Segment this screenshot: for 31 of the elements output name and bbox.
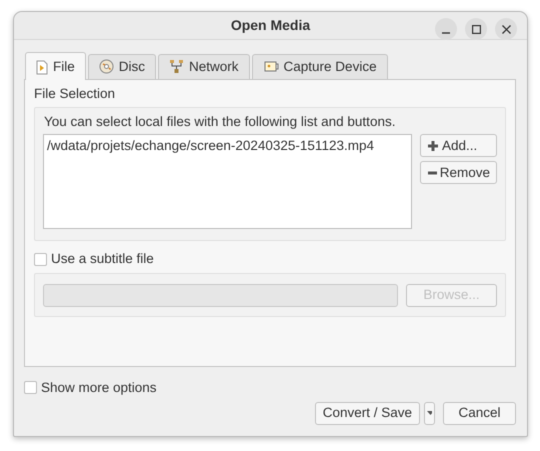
- maximize-icon: [472, 24, 480, 34]
- minimize-icon: [442, 32, 450, 34]
- remove-button[interactable]: Remove: [420, 161, 497, 184]
- minimize-button[interactable]: [435, 18, 457, 40]
- file-icon: [36, 60, 48, 75]
- maximize-button[interactable]: [465, 18, 487, 40]
- tab[interactable]: Network: [158, 54, 250, 79]
- file-list[interactable]: /wdata/projets/echange/screen-20240325-151123.mp4: [43, 134, 412, 230]
- disc-icon: [98, 59, 114, 74]
- tab[interactable]: File: [25, 52, 86, 80]
- convert-save-button[interactable]: Convert / Save: [314, 402, 420, 425]
- hint-text: You can select local files with the following list and buttons.: [43, 113, 396, 131]
- close-button[interactable]: [495, 18, 517, 40]
- dropdown-button[interactable]: [424, 402, 435, 425]
- caret-icon: [427, 411, 432, 416]
- show-more-checkbox[interactable]: [24, 381, 37, 394]
- subtitle-label: Use a subtitle file: [51, 250, 154, 268]
- add-button[interactable]: Add...: [420, 134, 497, 158]
- file-path[interactable]: /wdata/projets/echange/screen-20240325-151123.mp4: [47, 136, 374, 156]
- close-icon: [502, 24, 510, 34]
- subtitle-path-field[interactable]: [43, 284, 398, 307]
- plus-icon: [427, 140, 439, 152]
- cancel-button[interactable]: Cancel: [443, 402, 516, 425]
- tab[interactable]: Capture Device: [252, 54, 388, 79]
- network-icon: [169, 59, 184, 74]
- subtitle-checkbox[interactable]: [34, 252, 47, 266]
- tab[interactable]: Disc: [88, 54, 156, 79]
- capture-card-icon: [262, 59, 279, 74]
- window-title: Open Media: [230, 16, 310, 35]
- section-title: File Selection: [34, 84, 116, 103]
- show-more-label: Show more options: [41, 378, 157, 397]
